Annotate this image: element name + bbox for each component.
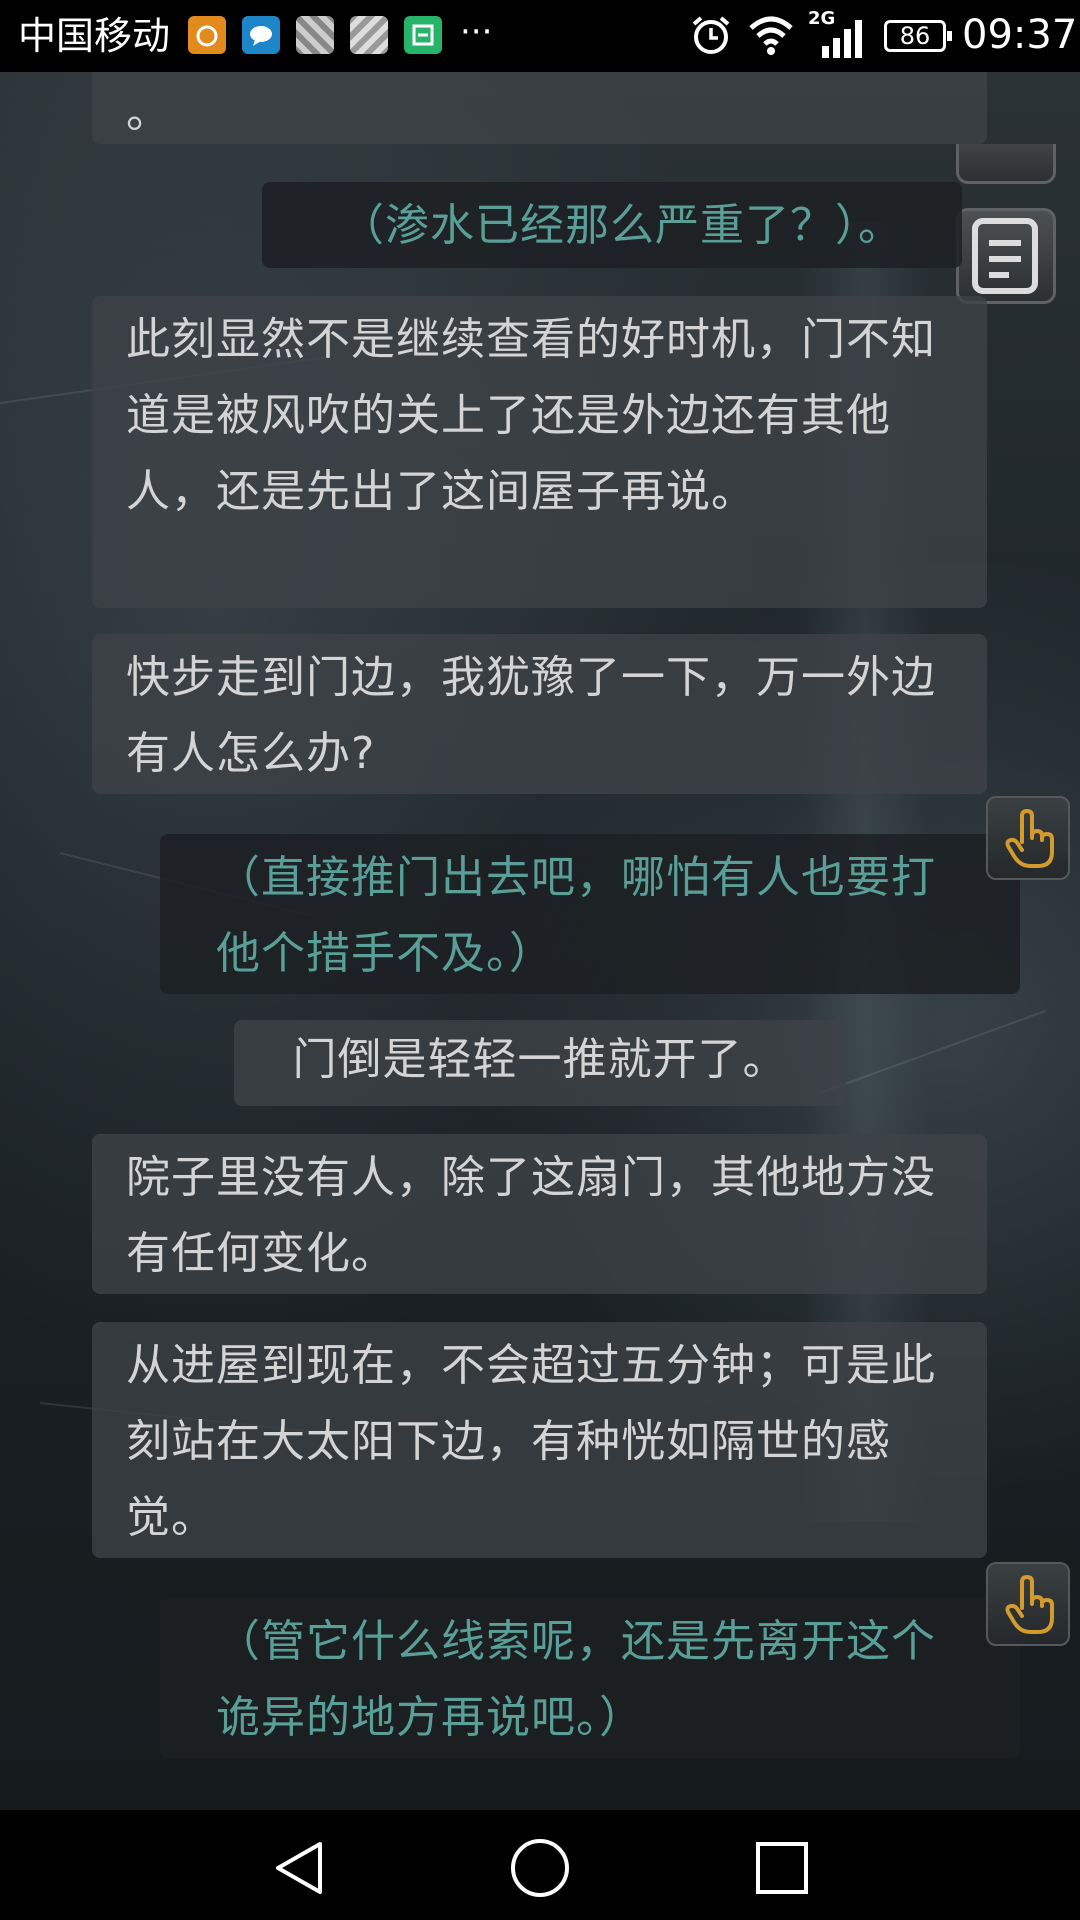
tap-choice-button[interactable]	[986, 796, 1070, 880]
back-icon[interactable]	[270, 1838, 330, 1898]
narration-text: 院子里没有人，除了这扇门，其他地方没有任何变化。	[126, 1152, 936, 1279]
home-icon[interactable]	[508, 1838, 572, 1898]
choice-option[interactable]: （直接推门出去吧，哪怕有人也要打他个措手不及。）	[160, 834, 1020, 994]
choice-option[interactable]: （管它什么线索呢，还是先离开这个诡异的地方再说吧。）	[160, 1598, 1020, 1758]
notification-overflow: ···	[460, 12, 493, 52]
weibo-icon	[188, 16, 226, 54]
story-scroll-area[interactable]: 。 （渗水已经那么严重了？）。 此刻显然不是继续查看的好时机，门不知道是被风吹的…	[0, 72, 1080, 1810]
choice-text[interactable]: （管它什么线索呢，还是先离开这个诡异的地方再说吧。）	[216, 1616, 936, 1743]
story-fragment: 。	[92, 72, 987, 144]
settings-button[interactable]	[956, 144, 1056, 184]
narration-bubble: 院子里没有人，除了这扇门，其他地方没有任何变化。	[92, 1134, 987, 1294]
signal-icon	[822, 20, 862, 58]
clock: 09:37	[962, 12, 1078, 58]
status-bar: 中国移动 ··· 2G 86 09:37	[0, 0, 1080, 72]
tap-hand-icon	[1005, 809, 1054, 868]
battery-level: 86	[899, 22, 931, 50]
message-icon	[242, 16, 280, 54]
tap-choice-button[interactable]	[986, 1562, 1070, 1646]
gallery-icon	[296, 16, 334, 54]
gallery-icon	[350, 16, 388, 54]
notebook-icon	[972, 218, 1038, 294]
narration-text: 快步走到门边，我犹豫了一下，万一外边有人怎么办?	[126, 652, 936, 779]
thought-bubble: （渗水已经那么严重了？）。	[262, 182, 962, 268]
log-button[interactable]	[956, 208, 1056, 304]
narration-bubble: 快步走到门边，我犹豫了一下，万一外边有人怎么办?	[92, 634, 987, 794]
navigation-bar	[0, 1810, 1080, 1920]
carrier-name: 中国移动	[18, 14, 171, 58]
tap-hand-icon	[1005, 1575, 1054, 1634]
recent-apps-icon[interactable]	[752, 1838, 812, 1898]
narration-bubble: 门倒是轻轻一推就开了。	[234, 1020, 846, 1106]
battery-icon: 86	[884, 20, 952, 52]
calendar-icon	[404, 16, 442, 54]
story-fragment-text: 。	[126, 87, 171, 138]
narration-text: 门倒是轻轻一推就开了。	[292, 1034, 788, 1085]
thought-text: （渗水已经那么严重了？）。	[340, 200, 903, 251]
alarm-icon	[692, 16, 730, 54]
narration-bubble: 此刻显然不是继续查看的好时机，门不知道是被风吹的关上了还是外边还有其他人，还是先…	[92, 296, 987, 608]
narration-text: 此刻显然不是继续查看的好时机，门不知道是被风吹的关上了还是外边还有其他人，还是先…	[126, 314, 936, 517]
choice-text[interactable]: （直接推门出去吧，哪怕有人也要打他个措手不及。）	[216, 852, 936, 979]
narration-text: 从进屋到现在，不会超过五分钟；可是此刻站在大太阳下边，有种恍如隔世的感觉。	[126, 1340, 936, 1543]
wifi-icon	[749, 16, 793, 55]
narration-bubble: 从进屋到现在，不会超过五分钟；可是此刻站在大太阳下边，有种恍如隔世的感觉。	[92, 1322, 987, 1558]
